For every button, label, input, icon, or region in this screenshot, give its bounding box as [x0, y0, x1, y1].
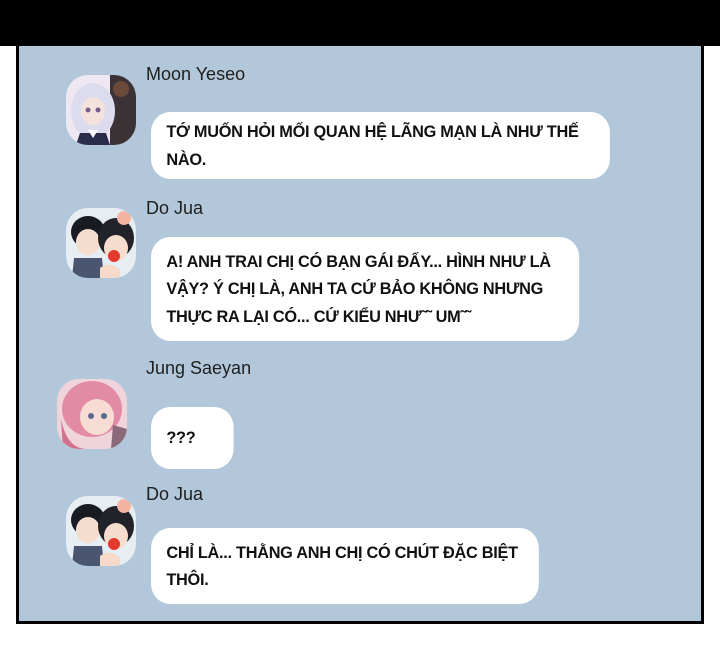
- silver-hair-girl-avatar-icon[interactable]: [66, 75, 136, 145]
- message-bubble[interactable]: ???: [151, 407, 234, 469]
- boy-and-girl-avatar-icon[interactable]: [66, 208, 136, 278]
- top-black-bar: [0, 0, 720, 46]
- message-text: ???: [166, 428, 196, 448]
- sender-name: Do Jua: [146, 484, 204, 504]
- message-text: TỚ MUỐN HỎI MỐI QUAN HỆ LÃNG MẠN LÀ NHƯ …: [166, 122, 579, 169]
- message-text: A! ANH TRAI CHỊ CÓ BẠN GÁI ĐẤY... HÌNH N…: [166, 252, 551, 326]
- sender-name: Jung Saeyan: [146, 358, 252, 378]
- chat-panel: Moon Yeseo TỚ MUỐN HỎI MỐI QUAN HỆ LÃNG …: [16, 46, 704, 624]
- message-bubble[interactable]: CHỈ LÀ... THẰNG ANH CHỊ CÓ CHÚT ĐẶC BIỆT…: [151, 528, 539, 604]
- pink-hair-girl-avatar-icon[interactable]: [57, 379, 127, 449]
- sender-name: Moon Yeseo: [146, 64, 246, 84]
- boy-and-girl-avatar-icon[interactable]: [66, 496, 136, 566]
- message-text: CHỈ LÀ... THẰNG ANH CHỊ CÓ CHÚT ĐẶC BIỆT…: [166, 542, 518, 589]
- message-bubble[interactable]: TỚ MUỐN HỎI MỐI QUAN HỆ LÃNG MẠN LÀ NHƯ …: [151, 112, 610, 179]
- message-bubble[interactable]: A! ANH TRAI CHỊ CÓ BẠN GÁI ĐẤY... HÌNH N…: [151, 237, 580, 341]
- sender-name: Do Jua: [146, 198, 204, 218]
